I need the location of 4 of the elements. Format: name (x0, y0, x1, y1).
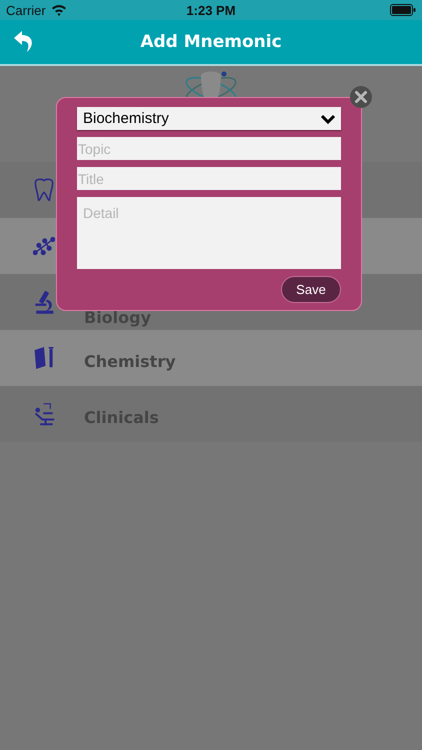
status-time: 1:23 PM (186, 2, 236, 18)
screen-title: Add Mnemonic (140, 32, 282, 52)
category-label: Chemistry (84, 350, 176, 370)
carrier-name: Carrier (6, 2, 46, 18)
